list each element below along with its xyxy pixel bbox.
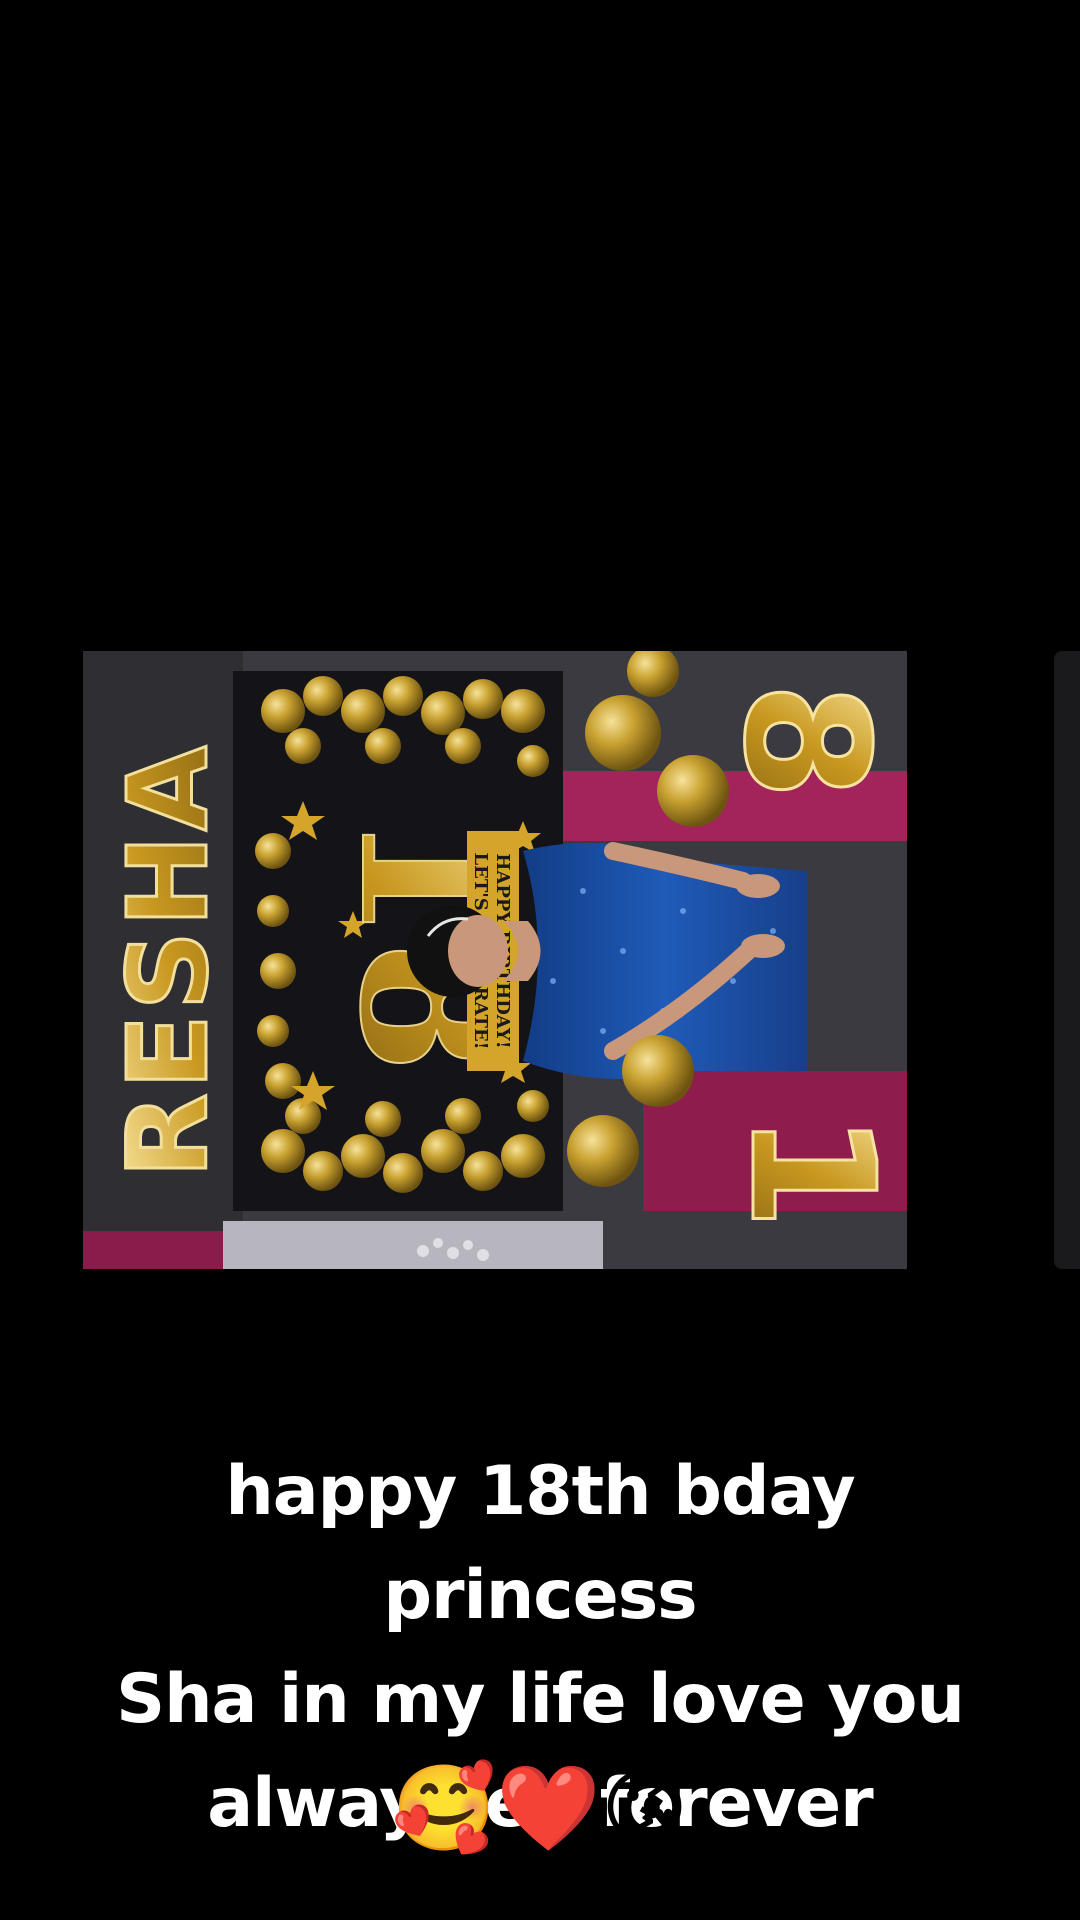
svg-text:RESHA: RESHA: [104, 742, 232, 1178]
caption-line: happy 18th bday princess: [225, 1452, 855, 1635]
caption-line: Sha in my life love you: [116, 1660, 965, 1739]
svg-text:8: 8: [706, 682, 904, 800]
birthday-photo[interactable]: 18 HAPPY BIRTHDAY! LET'S CELEBRATE! RESH…: [83, 651, 907, 1269]
red-heart-icon: ❤️: [496, 1759, 601, 1857]
birthday-photo-drawing: 18 HAPPY BIRTHDAY! LET'S CELEBRATE! RESH…: [83, 651, 907, 1269]
kissing-face-icon: 😘: [600, 1759, 689, 1857]
caption-emojis: 🥰❤️😘: [0, 1758, 1080, 1858]
smiling-face-with-hearts-icon: 🥰: [391, 1759, 497, 1857]
svg-text:1: 1: [712, 1112, 907, 1230]
next-media-edge[interactable]: [1054, 651, 1080, 1269]
